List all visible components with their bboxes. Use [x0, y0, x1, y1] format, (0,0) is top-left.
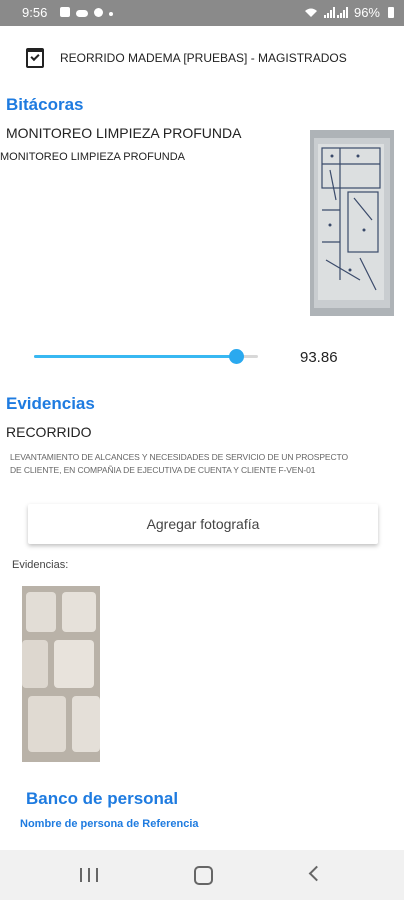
slider-fill — [34, 355, 236, 358]
add-photo-button[interactable]: Agregar fotografía — [28, 504, 378, 544]
status-bar: 9:56 96% — [0, 0, 404, 26]
system-nav-bar — [0, 850, 404, 900]
evidencias-title: Evidencias — [6, 394, 95, 413]
evidence-photo-thumbnail[interactable] — [22, 586, 100, 762]
evidencias-list-label: Evidencias: — [12, 559, 69, 571]
dot-icon — [109, 11, 113, 16]
floor-plan-thumbnail[interactable] — [310, 130, 394, 316]
recent-apps-button[interactable] — [80, 868, 98, 882]
slider-value: 93.86 — [300, 349, 338, 366]
evidencia-description-line1: LEVANTAMIENTO DE ALCANCES Y NECESIDADES … — [10, 452, 348, 462]
back-button[interactable] — [308, 865, 325, 882]
evidencia-item-title: RECORRIDO — [6, 424, 92, 440]
progress-slider[interactable] — [34, 349, 258, 365]
bitacora-item-title: MONITOREO LIMPIEZA PROFUNDA — [6, 125, 242, 141]
wifi-icon — [304, 8, 317, 17]
signal-icon — [323, 7, 348, 18]
status-time: 9:56 — [22, 5, 48, 20]
app-header: REORRIDO MADEMA [PRUEBAS] - MAGISTRADOS — [0, 26, 404, 90]
banco-subtitle: Nombre de persona de Referencia — [20, 818, 199, 830]
bitacoras-title: Bitácoras — [6, 95, 84, 114]
page-title: REORRIDO MADEMA [PRUEBAS] - MAGISTRADOS — [60, 51, 347, 65]
cloud-icon — [76, 9, 88, 17]
bitacora-item-subtitle: MONITOREO LIMPIEZA PROFUNDA — [0, 151, 185, 163]
battery-icon — [388, 7, 394, 18]
evidencia-description-line2: DE CLIENTE, EN COMPAÑIA DE EJECUTIVA DE … — [10, 465, 316, 475]
settings-icon — [94, 7, 103, 17]
home-button[interactable] — [194, 866, 213, 885]
banco-title: Banco de personal — [26, 789, 179, 808]
calendar-check-icon[interactable] — [26, 48, 44, 68]
image-icon — [60, 7, 70, 17]
battery-percent: 96% — [353, 5, 380, 20]
slider-thumb[interactable] — [228, 349, 244, 364]
